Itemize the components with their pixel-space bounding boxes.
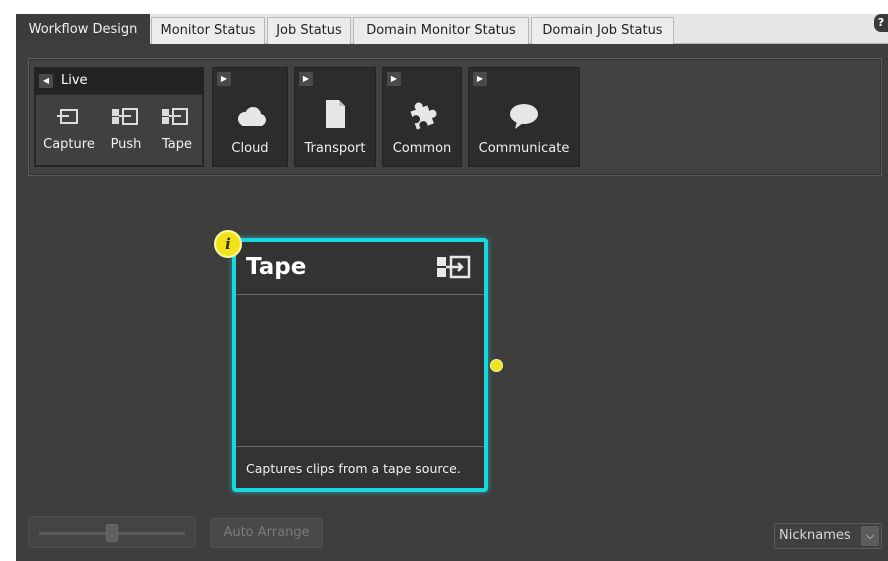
expand-arrow-icon[interactable]: ▶	[387, 72, 401, 86]
tab-job-status[interactable]: Job Status	[267, 17, 351, 44]
help-icon[interactable]: ?	[874, 14, 888, 32]
auto-arrange-button[interactable]: Auto Arrange	[210, 518, 323, 548]
palette-group-label: Transport	[304, 141, 366, 156]
node-palette: ◀ Live Capture Push Tape ▶ Cloud ▶ Trans…	[28, 58, 882, 176]
tab-domain-monitor-status[interactable]: Domain Monitor Status	[353, 17, 529, 44]
palette-item-label: Push	[110, 137, 142, 152]
puzzle-icon	[383, 100, 461, 134]
palette-item-label: Capture	[43, 137, 95, 152]
palette-group-label: Communicate	[478, 141, 570, 156]
tab-workflow-design[interactable]: Workflow Design	[16, 14, 150, 45]
capture-icon	[57, 109, 78, 124]
workflow-node-tape[interactable]: Tape Captures clips from a tape source.	[232, 238, 488, 492]
view-mode-value: Nicknames	[779, 528, 851, 543]
palette-group-label: Common	[392, 141, 452, 156]
cloud-icon	[213, 104, 287, 132]
collapse-arrow-icon[interactable]: ◀	[39, 74, 53, 88]
live-group-header[interactable]: ◀ Live	[35, 68, 203, 94]
palette-group-common[interactable]: ▶ Common	[382, 67, 462, 167]
expand-arrow-icon[interactable]: ▶	[473, 72, 487, 86]
node-divider	[236, 294, 484, 295]
expand-arrow-icon[interactable]: ▶	[299, 72, 313, 86]
palette-group-live: ◀ Live Capture Push Tape	[34, 67, 204, 167]
info-icon[interactable]: i	[214, 230, 242, 258]
palette-group-communicate[interactable]: ▶ Communicate	[468, 67, 580, 167]
tape-icon	[162, 108, 188, 125]
tab-monitor-status[interactable]: Monitor Status	[151, 17, 265, 44]
zoom-slider[interactable]	[28, 516, 196, 548]
palette-group-label: Cloud	[231, 141, 269, 156]
palette-item-label: Tape	[161, 137, 192, 152]
palette-group-cloud[interactable]: ▶ Cloud	[212, 67, 288, 167]
node-description: Captures clips from a tape source.	[246, 461, 461, 476]
palette-item-tape[interactable]: Tape	[154, 103, 200, 152]
palette-item-push[interactable]: Push	[102, 103, 150, 152]
push-icon	[112, 108, 138, 125]
document-icon	[295, 98, 375, 134]
tab-domain-job-status[interactable]: Domain Job Status	[531, 17, 674, 44]
node-divider	[236, 446, 484, 447]
workflow-canvas[interactable]: ◀ Live Capture Push Tape ▶ Cloud ▶ Trans…	[16, 44, 888, 561]
palette-group-transport[interactable]: ▶ Transport	[294, 67, 376, 167]
tab-bar: Workflow Design Monitor Status Job Statu…	[16, 14, 888, 45]
expand-arrow-icon[interactable]: ▶	[217, 72, 231, 86]
node-title: Tape	[246, 254, 307, 280]
view-mode-select[interactable]: Nicknames ⌵	[774, 523, 882, 549]
tape-icon	[437, 255, 471, 279]
chevron-down-icon[interactable]: ⌵	[861, 526, 879, 546]
live-items: Capture Push Tape	[35, 94, 203, 166]
palette-item-capture[interactable]: Capture	[40, 103, 98, 152]
node-output-port[interactable]	[490, 359, 503, 372]
zoom-slider-thumb[interactable]	[106, 524, 118, 542]
live-group-label: Live	[61, 73, 88, 88]
speech-bubble-icon	[469, 102, 579, 136]
